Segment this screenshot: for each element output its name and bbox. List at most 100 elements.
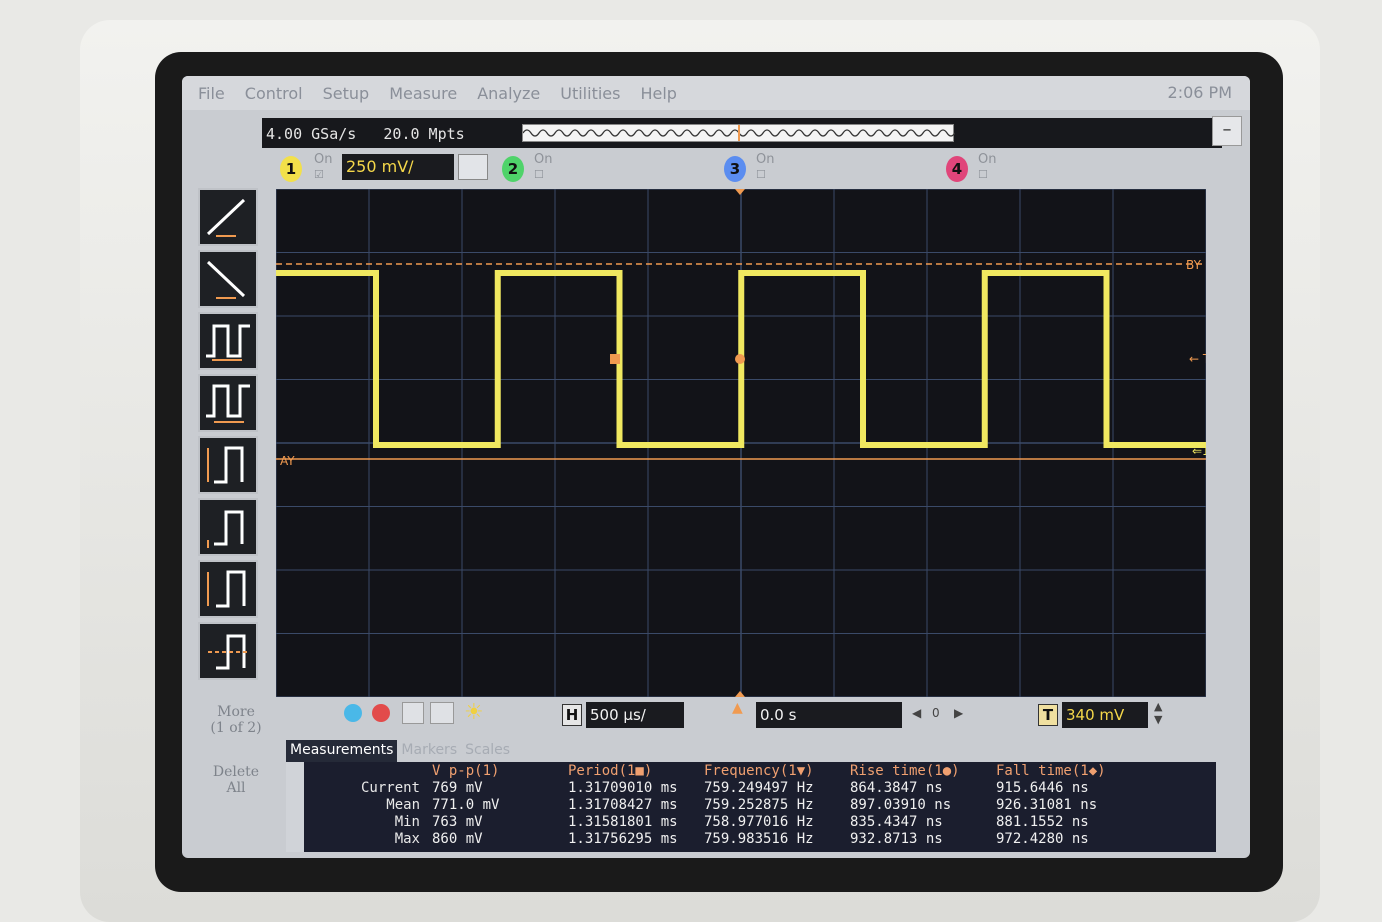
cell-fall-time: 926.31081 ns <box>996 796 1098 813</box>
channel-4-checkbox[interactable]: ☐ <box>978 168 988 181</box>
overview-wave-icon <box>522 125 956 141</box>
minimize-button[interactable]: – <box>1212 116 1242 146</box>
amplitude-tool[interactable] <box>198 498 258 556</box>
channel-3-checkbox[interactable]: ☐ <box>756 168 766 181</box>
amplitude-icon <box>207 510 244 548</box>
measurement-scrollbar[interactable] <box>286 762 304 852</box>
frequency-icon <box>206 384 250 423</box>
cell-vpp: 769 mV <box>432 779 483 796</box>
time-reference-bottom-icon <box>735 691 745 697</box>
channel-2-checkbox[interactable]: ☐ <box>534 168 544 181</box>
measurement-tabs: Measurements Markers Scales <box>286 740 514 762</box>
period-icon <box>206 324 250 361</box>
cell-rise-time: 835.4347 ns <box>850 813 943 830</box>
vpp-icon <box>207 446 244 484</box>
memory-depth: 20.0 Mpts <box>383 125 465 143</box>
channel-1-on-label: On <box>314 152 333 167</box>
header-frequency: Frequency(1▼) <box>704 762 814 779</box>
clock: 2:06 PM <box>1167 83 1232 102</box>
channel-3-button[interactable]: 3 <box>724 156 746 182</box>
menu-bar: File Control Setup Measure Analyze Utili… <box>182 76 1250 110</box>
cell-fall-time: 881.1552 ns <box>996 813 1089 830</box>
measurement-header-row: V p-p(1) Period(1■) Frequency(1▼) Rise t… <box>306 762 1130 779</box>
menu-setup[interactable]: Setup <box>323 84 370 103</box>
menu-control[interactable]: Control <box>245 84 303 103</box>
menu-analyze[interactable]: Analyze <box>477 84 540 103</box>
delete-all-button[interactable]: Delete All <box>196 764 276 796</box>
waveform-overview[interactable] <box>522 124 956 142</box>
cell-rise-time: 897.03910 ns <box>850 796 952 813</box>
channel-1-ground-icon: ⇐1 <box>1192 444 1206 458</box>
tab-measurements[interactable]: Measurements <box>286 740 398 762</box>
delete-sub: All <box>226 780 246 796</box>
fall-time-tool[interactable] <box>198 250 258 308</box>
delete-label: Delete <box>212 764 260 780</box>
average-icon <box>208 634 250 670</box>
channel-2-button[interactable]: 2 <box>502 156 524 182</box>
marker-ay-label: AY <box>280 454 295 468</box>
horizontal-label: H <box>562 704 582 726</box>
period-tool[interactable] <box>198 312 258 370</box>
trigger-label: T <box>1038 704 1058 726</box>
table-row: Max 860 mV 1.31756295 ms 759.983516 Hz 9… <box>306 830 1130 847</box>
stop-icon[interactable] <box>372 704 390 722</box>
more-page: (1 of 2) <box>210 720 262 736</box>
graticule: BY AY ← T ⇐1 <box>275 188 1211 698</box>
cell-frequency: 759.252875 Hz <box>704 796 814 813</box>
sample-rate: 4.00 GSa/s <box>266 125 357 143</box>
table-row: Min 763 mV 1.31581801 ms 758.977016 Hz 8… <box>306 813 1130 830</box>
row-label: Min <box>394 813 420 830</box>
cell-period: 1.31708427 ms <box>568 796 678 813</box>
nav-value: 0 <box>932 706 940 720</box>
acquisition-bar: 4.00 GSa/s 20.0 Mpts <box>262 118 1222 148</box>
delay-ref-icon: ▲ <box>732 700 743 716</box>
nav-right-button[interactable]: ▶ <box>954 706 963 720</box>
vpp-tool[interactable] <box>198 436 258 494</box>
top-base-tool[interactable] <box>198 560 258 618</box>
more-button[interactable]: More (1 of 2) <box>196 704 276 736</box>
header-period: Period(1■) <box>568 762 653 779</box>
cell-period: 1.31709010 ms <box>568 779 678 796</box>
trigger-level-marker: ← T <box>1189 352 1206 366</box>
probe-icon[interactable] <box>458 154 488 180</box>
trigger-level-field[interactable]: 340 mV <box>1062 702 1148 728</box>
channel-4-on-label: On <box>978 152 997 167</box>
vertical-scale-field[interactable]: 250 mV/ <box>342 154 454 180</box>
rise-time-tool[interactable] <box>198 188 258 246</box>
frequency-tool[interactable] <box>198 374 258 432</box>
tab-markers[interactable]: Markers <box>397 740 461 762</box>
channel-row: 1 On ☑ 250 mV/ 2 On ☐ 3 On ☐ 4 On ☐ <box>262 150 1222 186</box>
menu-utilities[interactable]: Utilities <box>560 84 620 103</box>
cell-vpp: 763 mV <box>432 813 483 830</box>
menu-help[interactable]: Help <box>640 84 676 103</box>
marker-by-label: BY <box>1186 258 1202 272</box>
channel-1-checkbox[interactable]: ☑ <box>314 168 324 181</box>
cell-fall-time: 915.6446 ns <box>996 779 1089 796</box>
channel-4-button[interactable]: 4 <box>946 156 968 182</box>
single-icon[interactable] <box>402 702 424 724</box>
table-row: Mean 771.0 mV 1.31708427 ms 759.252875 H… <box>306 796 1130 813</box>
cell-rise-time: 864.3847 ns <box>850 779 943 796</box>
channel-1-button[interactable]: 1 <box>280 156 302 182</box>
fall-time-icon <box>206 260 246 299</box>
delay-field[interactable]: 0.0 s <box>756 702 902 728</box>
cell-fall-time: 972.4280 ns <box>996 830 1089 847</box>
acquisition-info: 4.00 GSa/s 20.0 Mpts <box>266 125 465 143</box>
menu-file[interactable]: File <box>198 84 225 103</box>
time-scale-field[interactable]: 500 µs/ <box>586 702 684 728</box>
channel-2-on-label: On <box>534 152 553 167</box>
run-icon[interactable] <box>344 704 362 722</box>
average-tool[interactable] <box>198 622 258 680</box>
menu-measure[interactable]: Measure <box>389 84 457 103</box>
nav-left-button[interactable]: ◀ <box>912 706 921 720</box>
trigger-stepper[interactable]: ▲ ▼ <box>1154 700 1162 726</box>
time-reference-icon <box>735 189 745 195</box>
row-label: Max <box>394 830 420 847</box>
rise-time-icon <box>206 198 246 237</box>
clear-display-icon[interactable] <box>430 702 454 724</box>
waveform-display[interactable]: BY AY ← T ⇐1 <box>275 188 1211 698</box>
more-label: More <box>217 704 255 720</box>
top-base-icon <box>207 570 246 608</box>
brightness-icon[interactable]: ☀ <box>464 700 484 725</box>
tab-scales[interactable]: Scales <box>461 740 514 762</box>
